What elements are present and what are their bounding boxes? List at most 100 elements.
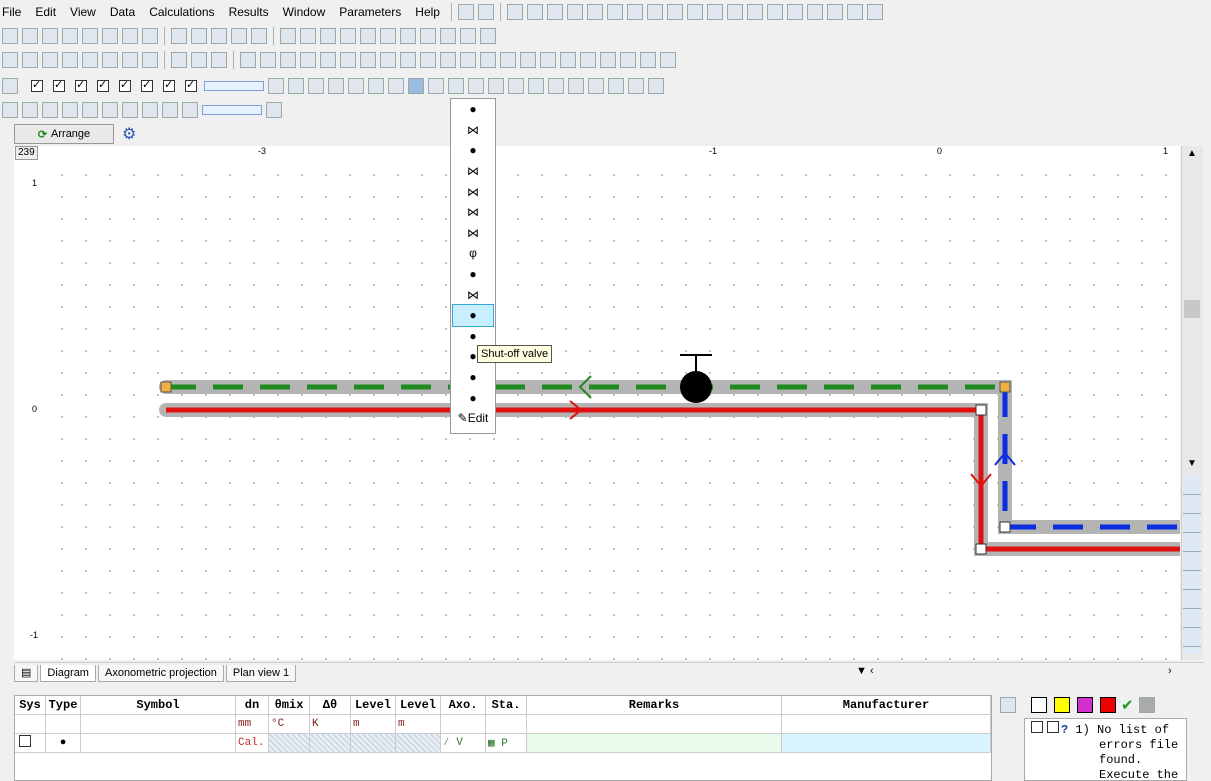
toolbar-icon[interactable] <box>348 78 364 94</box>
toolbar-icon[interactable] <box>211 28 227 44</box>
col-theta-mix[interactable]: θmix <box>268 696 310 715</box>
toolbar-icon[interactable] <box>640 52 656 68</box>
toolbar-icon[interactable] <box>620 52 636 68</box>
toolbar-icon[interactable] <box>102 28 118 44</box>
toolbar-icon[interactable] <box>626 4 643 20</box>
toolbar-icon[interactable] <box>308 78 324 94</box>
toolbar-icon[interactable] <box>588 78 604 94</box>
manufacturer-cell[interactable] <box>781 733 991 753</box>
toolbar-icon[interactable] <box>368 78 384 94</box>
sta-cell[interactable]: ▦ P <box>485 733 527 753</box>
toolbar-icon[interactable] <box>866 4 883 20</box>
toolbar-icon[interactable] <box>22 52 38 68</box>
valve-option[interactable]: ⋈ <box>451 161 495 182</box>
toolbar-icon[interactable] <box>548 78 564 94</box>
menu-edit[interactable]: Edit <box>28 1 63 23</box>
toolbar-icon[interactable] <box>2 28 18 44</box>
check-icon[interactable]: ✔ <box>1121 696 1134 714</box>
diagram-canvas[interactable] <box>44 160 1180 660</box>
col-manufacturer[interactable]: Manufacturer <box>781 696 991 715</box>
pipe-node[interactable] <box>160 381 172 393</box>
delete-icon[interactable] <box>566 4 583 20</box>
sys-checkbox[interactable] <box>15 733 46 753</box>
toolbar-icon[interactable] <box>380 28 396 44</box>
toolbar-icon[interactable] <box>22 102 38 118</box>
undo-icon[interactable] <box>457 4 474 20</box>
toolbar-icon[interactable] <box>786 4 803 20</box>
toolbar-icon[interactable] <box>2 52 18 68</box>
color-filter-yellow[interactable] <box>1054 697 1070 713</box>
toolbar-icon[interactable] <box>251 28 267 44</box>
toolbar-icon[interactable] <box>191 28 207 44</box>
menu-calculations[interactable]: Calculations <box>142 1 221 23</box>
table-row[interactable]: ● Cal. ∕ V ▦ P <box>15 733 991 753</box>
menu-file[interactable]: File <box>0 1 28 23</box>
col-symbol[interactable]: Symbol <box>80 696 236 715</box>
layer-checkbox[interactable] <box>97 78 109 92</box>
menu-window[interactable]: Window <box>276 1 333 23</box>
pipe-node[interactable] <box>999 381 1011 393</box>
tab-icon[interactable]: ▤ <box>14 664 39 682</box>
vertical-scrollbar[interactable]: ▲ ▼ <box>1181 146 1203 660</box>
toolbar-icon[interactable] <box>560 52 576 68</box>
toolbar-icon[interactable] <box>666 4 683 20</box>
symbol-cell[interactable] <box>80 733 236 753</box>
color-filter-red[interactable] <box>1100 697 1116 713</box>
valve-option[interactable]: ⋈ <box>451 120 495 141</box>
toolbar-icon[interactable] <box>360 52 376 68</box>
toolbar-icon[interactable] <box>400 52 416 68</box>
valve-option[interactable]: ● <box>451 99 495 120</box>
toolbar-icon[interactable] <box>686 4 703 20</box>
toolbar-icon[interactable] <box>340 52 356 68</box>
toolbar-icon[interactable] <box>400 28 416 44</box>
arrange-button[interactable]: ⟳ Arrange <box>14 124 114 144</box>
valve-option-shut-off-selected[interactable]: ● <box>452 303 494 327</box>
layer-checkbox[interactable] <box>185 78 197 92</box>
toolbar-icon[interactable] <box>586 4 603 20</box>
toolbar-icon[interactable] <box>182 102 198 118</box>
toolbar-icon[interactable] <box>648 78 664 94</box>
toolbar-icon[interactable] <box>82 102 98 118</box>
toolbar-icon[interactable] <box>480 52 496 68</box>
col-delta-theta[interactable]: Δθ <box>309 696 351 715</box>
toolbar-icon[interactable] <box>122 102 138 118</box>
slider-control[interactable] <box>204 81 264 91</box>
toolbar-icon[interactable] <box>22 28 38 44</box>
toolbar-icon[interactable] <box>280 52 296 68</box>
arrow-icon[interactable] <box>268 78 284 94</box>
scroll-down-icon[interactable]: ▼ <box>1187 458 1197 469</box>
valve-option[interactable]: ● <box>451 140 495 161</box>
color-filter-white[interactable] <box>1031 697 1047 713</box>
toolbar-icon[interactable] <box>260 52 276 68</box>
toolbar-icon[interactable] <box>2 78 18 94</box>
toolbar-icon[interactable] <box>171 28 187 44</box>
toolbar-icon[interactable] <box>2 102 18 118</box>
valve-option[interactable]: ⋈ <box>451 181 495 202</box>
edit-option[interactable]: ✎ Edit <box>451 408 495 429</box>
valve-option[interactable]: ● <box>451 264 495 285</box>
toolbar-icon[interactable] <box>448 78 464 94</box>
toolbar-icon[interactable] <box>628 78 644 94</box>
toolbar-icon[interactable] <box>600 52 616 68</box>
valve-option[interactable]: ● <box>451 367 495 388</box>
toolbar-icon[interactable] <box>420 28 436 44</box>
toolbar-icon[interactable] <box>500 52 516 68</box>
toolbar-icon[interactable] <box>660 52 676 68</box>
axo-cell[interactable]: ∕ V <box>440 733 486 753</box>
cut-icon[interactable] <box>506 4 523 20</box>
layer-checkbox[interactable] <box>31 78 43 92</box>
toolbar-icon[interactable] <box>340 28 356 44</box>
col-remarks[interactable]: Remarks <box>526 696 782 715</box>
dropdown-icon[interactable]: ▼ ‹ <box>856 665 874 677</box>
valve-dropdown-icon[interactable] <box>408 78 424 94</box>
pipe-node[interactable] <box>975 543 987 555</box>
toolbar-icon[interactable] <box>42 102 58 118</box>
redo-icon[interactable] <box>477 4 494 20</box>
zoom-in-icon[interactable] <box>62 52 78 68</box>
toolbar-icon[interactable] <box>646 4 663 20</box>
col-level[interactable]: Level <box>395 696 441 715</box>
scroll-thumb[interactable] <box>1184 300 1200 318</box>
shut-off-valve-icon[interactable] <box>680 371 712 403</box>
toolbar-icon[interactable] <box>706 4 723 20</box>
toolbar-icon[interactable] <box>62 102 78 118</box>
